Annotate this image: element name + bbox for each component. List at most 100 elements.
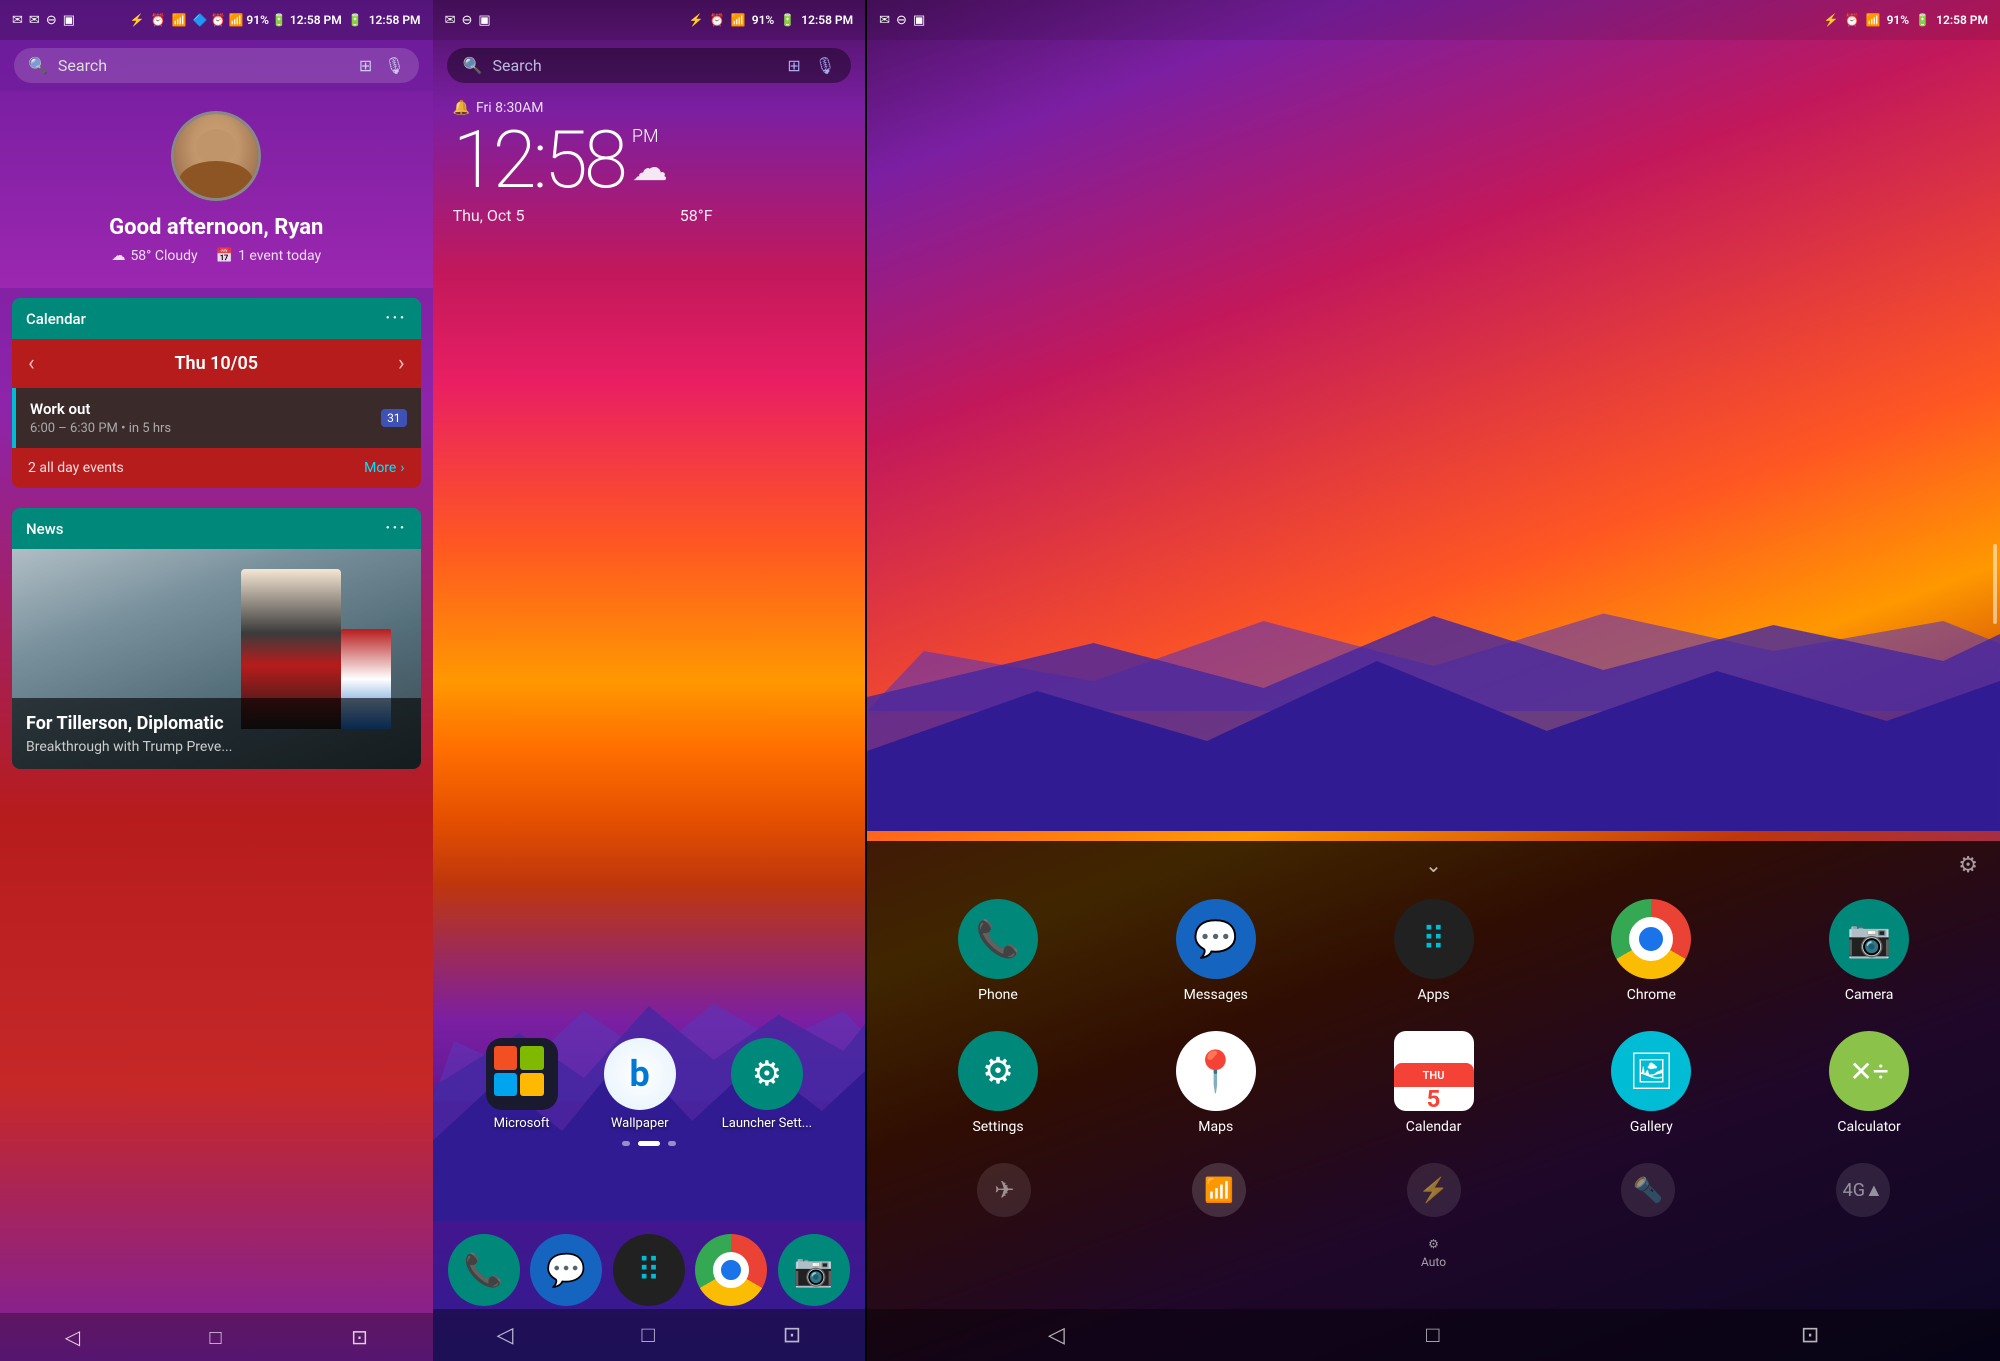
app-item-messages[interactable]: 💬 Messages <box>1115 899 1317 1003</box>
panel-center: ✉ ⊖ ▣ ⚡ ⏰ 📶 91% 🔋 12:58 PM 🔍 Search ⊞ 🎙 … <box>433 0 866 1361</box>
maps-label: Maps <box>1198 1119 1233 1135</box>
status-bar-left: ✉ ✉ ⊖ ▣ ⚡ ⏰ 📶 🔷 ⏰ 📶 91% 🔋 12:58 PM 🔋 12:… <box>0 0 433 40</box>
clock-ampm: PM <box>632 128 668 146</box>
battery-c-icon: 🔋 <box>780 13 795 27</box>
status-icons-center-left: ✉ ⊖ ▣ <box>445 13 491 28</box>
mic-icon[interactable]: 🎙 <box>384 56 404 75</box>
microsoft-label: Microsoft <box>494 1116 550 1131</box>
dock-phone[interactable]: 📞 <box>448 1234 520 1306</box>
calendar-widget-title: Calendar <box>26 310 86 328</box>
dock-chrome[interactable] <box>695 1234 767 1306</box>
scroll-indicator <box>1993 544 1997 624</box>
app-item-calendar[interactable]: THU 5 Calendar <box>1333 1031 1535 1135</box>
screen-icon: ▣ <box>63 13 75 28</box>
alarm-icon: ⏰ <box>151 13 166 27</box>
screen-r-icon: ▣ <box>913 13 925 28</box>
recent-btn-center[interactable]: ⊡ <box>783 1323 801 1348</box>
back-button[interactable]: ◁ <box>65 1325 80 1349</box>
mail-c-icon: ✉ <box>445 13 456 28</box>
back-btn-center[interactable]: ◁ <box>497 1323 514 1348</box>
gear-icon: ⚙ <box>1958 853 1978 878</box>
home-btn-right[interactable]: □ <box>1426 1322 1439 1348</box>
bluetooth-qs-icon: ⚡ <box>1407 1163 1461 1217</box>
quick-4g[interactable]: 4G▲ <box>1755 1163 1970 1217</box>
app-item-maps[interactable]: 📍 Maps <box>1115 1031 1317 1135</box>
app-wallpaper[interactable]: b Wallpaper <box>604 1038 676 1131</box>
app-item-camera[interactable]: 📷 Camera <box>1768 899 1970 1003</box>
launcher-label: Launcher Sett... <box>722 1116 812 1131</box>
signal-4g-icon: 4G▲ <box>1836 1163 1890 1217</box>
app-drawer-icon: ⠿ <box>1394 899 1474 979</box>
event-info: Work out 6:00 – 6:30 PM • in 5 hrs <box>30 400 171 436</box>
quick-flashlight[interactable]: 🔦 <box>1541 1163 1756 1217</box>
wallpaper-icon: b <box>604 1038 676 1110</box>
home-btn-center[interactable]: □ <box>641 1322 654 1348</box>
date-temp-display: Thu, Oct 5 58°F <box>453 206 713 225</box>
panel-left: ✉ ✉ ⊖ ▣ ⚡ ⏰ 📶 🔷 ⏰ 📶 91% 🔋 12:58 PM 🔋 12:… <box>0 0 433 1361</box>
weather-cloud-icon: ☁ <box>632 150 668 186</box>
widget-menu-icon[interactable]: ··· <box>385 308 406 329</box>
chrome-icon <box>1611 899 1691 979</box>
home-mic-icon[interactable]: 🎙 <box>815 56 835 75</box>
settings-top-btn[interactable]: ⚙ <box>1958 853 1978 878</box>
messages-icon: 💬 <box>1176 899 1256 979</box>
settings-label: Settings <box>972 1119 1023 1135</box>
app-item-gallery[interactable]: 🖼 Gallery <box>1550 1031 1752 1135</box>
clock-temp: 58°F <box>680 206 713 225</box>
app-drawer-label: Apps <box>1418 987 1450 1003</box>
quick-airplane[interactable]: ✈ <box>897 1163 1112 1217</box>
launcher-icon: ⚙ <box>731 1038 803 1110</box>
ampm-weather: PM ☁ <box>632 128 668 186</box>
app-microsoft[interactable]: Microsoft <box>486 1038 558 1131</box>
time-r: 12:58 PM <box>1936 13 1988 27</box>
dock-camera[interactable]: 📷 <box>778 1234 850 1306</box>
calendar-date-title: Thu 10/05 <box>174 353 258 374</box>
expand-icon[interactable]: ⊞ <box>359 56 372 75</box>
dock-messages[interactable]: 💬 <box>530 1234 602 1306</box>
greeting-text: Good afternoon, Ryan <box>109 215 323 240</box>
brightness-icon[interactable]: ⚙ <box>1428 1237 1439 1251</box>
home-button[interactable]: □ <box>210 1325 222 1350</box>
recent-button[interactable]: ⊡ <box>351 1325 368 1349</box>
home-search-icon: 🔍 <box>463 56 483 75</box>
search-text: Search <box>58 56 349 75</box>
news-menu-icon[interactable]: ··· <box>385 518 406 539</box>
quick-wifi[interactable]: 📶 <box>1112 1163 1327 1217</box>
cal-header: THU <box>1394 1063 1474 1087</box>
home-search-bar[interactable]: 🔍 Search ⊞ 🎙 <box>447 48 852 83</box>
status-info-right: ⚡ ⏰ 📶 🔷 ⏰ 📶 91% 🔋 12:58 PM 🔋 12:58 PM <box>130 13 421 27</box>
events-text: 1 event today <box>238 248 321 264</box>
home-search-text: Search <box>492 56 777 75</box>
calendar-next-button[interactable]: › <box>398 351 405 376</box>
search-bar-left[interactable]: 🔍 Search ⊞ 🎙 <box>14 48 419 83</box>
calendar-icon: 📅 <box>216 248 233 264</box>
mail2-icon: ✉ <box>29 13 40 28</box>
chevron-right-icon: › <box>400 460 404 476</box>
app-item-phone[interactable]: 📞 Phone <box>897 899 1099 1003</box>
weather-text: 58° Cloudy <box>130 248 197 264</box>
signal-icon: 📶 <box>172 13 187 27</box>
app-item-chrome[interactable]: Chrome <box>1550 899 1752 1003</box>
app-item-drawer[interactable]: ⠿ Apps <box>1333 899 1535 1003</box>
calendar-widget-header: Calendar ··· <box>12 298 421 339</box>
app-item-calc[interactable]: ✕÷ Calculator <box>1768 1031 1970 1135</box>
battery-c-level: 91% <box>752 13 775 27</box>
camera-icon: 📷 <box>1829 899 1909 979</box>
calendar-prev-button[interactable]: ‹ <box>28 351 35 376</box>
quick-bluetooth[interactable]: ⚡ <box>1326 1163 1541 1217</box>
more-link[interactable]: More › <box>364 460 404 476</box>
back-btn-right[interactable]: ◁ <box>1048 1323 1065 1348</box>
status-bar-center: ✉ ⊖ ▣ ⚡ ⏰ 📶 91% 🔋 12:58 PM <box>433 0 866 40</box>
recent-btn-right[interactable]: ⊡ <box>1801 1323 1819 1348</box>
dock-apps[interactable]: ⠿ <box>613 1234 685 1306</box>
app-launcher-settings[interactable]: ⚙ Launcher Sett... <box>722 1038 812 1131</box>
calendar-app-icon: THU 5 <box>1394 1031 1474 1111</box>
gallery-label: Gallery <box>1630 1119 1673 1135</box>
status-info-center-right: ⚡ ⏰ 📶 91% 🔋 12:58 PM <box>689 13 853 27</box>
app-item-settings[interactable]: ⚙ Settings <box>897 1031 1099 1135</box>
news-headline: For Tillerson, Diplomatic <box>26 712 407 735</box>
status-bar-right: ✉ ⊖ ▣ ⚡ ⏰ 📶 91% 🔋 12:58 PM <box>867 0 2000 40</box>
calendar-label: Calendar <box>1406 1119 1462 1135</box>
status-info-right-right: ⚡ ⏰ 📶 91% 🔋 12:58 PM <box>1824 13 1988 27</box>
home-expand-icon[interactable]: ⊞ <box>787 56 800 75</box>
